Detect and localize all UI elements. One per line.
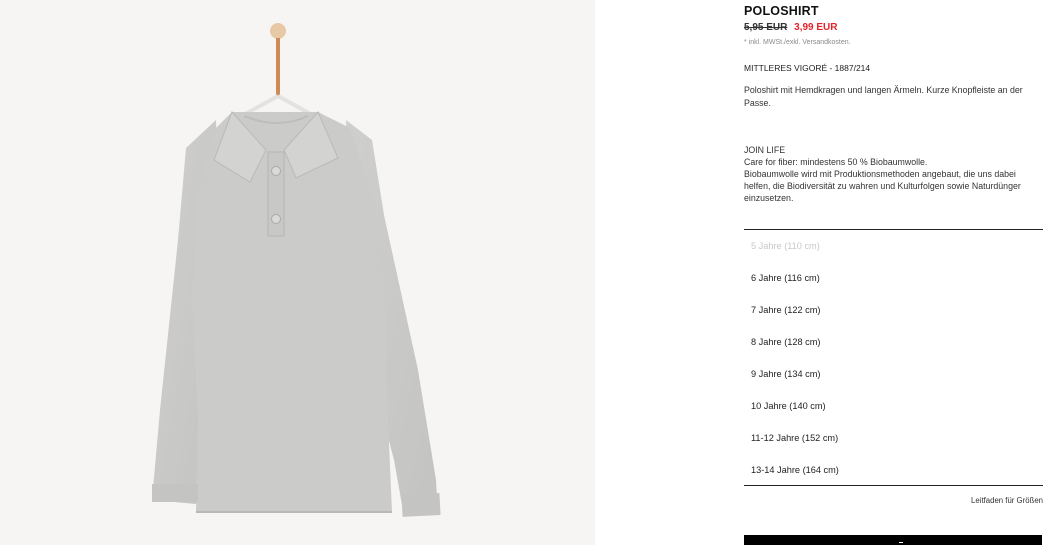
product-reference: MITTLERES VIGORÉ - 1887/214 [744, 63, 871, 73]
join-life-care: Care for fiber: mindestens 50 % Biobaumw… [744, 157, 928, 167]
size-list: 5 Jahre (110 cm) 6 Jahre (116 cm) 7 Jahr… [744, 229, 1043, 486]
product-info-panel: POLOSHIRT 5,95 EUR 3,99 EUR * inkl. MWSt… [744, 0, 1044, 545]
add-to-cart-button[interactable] [744, 535, 1042, 545]
price-row: 5,95 EUR 3,99 EUR [744, 22, 838, 33]
size-option-6[interactable]: 6 Jahre (116 cm) [744, 262, 1043, 294]
join-life-section: JOIN LIFE Care for fiber: mindestens 50 … [744, 144, 1040, 204]
old-price: 5,95 EUR [744, 22, 788, 33]
sale-price: 3,99 EUR [794, 22, 838, 33]
size-option-9[interactable]: 9 Jahre (134 cm) [744, 358, 1043, 390]
product-title: POLOSHIRT [744, 4, 819, 18]
size-list-divider [744, 485, 1043, 486]
button-label-fragment [899, 542, 903, 543]
join-life-heading: JOIN LIFE [744, 145, 786, 155]
size-option-7[interactable]: 7 Jahre (122 cm) [744, 294, 1043, 326]
size-option-10[interactable]: 10 Jahre (140 cm) [744, 390, 1043, 422]
polo-shirt-illustration [152, 23, 441, 517]
size-option-13-14[interactable]: 13-14 Jahre (164 cm) [744, 454, 1043, 486]
size-guide-link[interactable]: Leitfaden für Größen [971, 496, 1043, 505]
tax-note: * inkl. MWSt./exkl. Versandkosten. [744, 39, 851, 46]
size-option-8[interactable]: 8 Jahre (128 cm) [744, 326, 1043, 358]
hanger-icon [237, 23, 319, 120]
product-description: Poloshirt mit Hemdkragen und langen Ärme… [744, 85, 1023, 108]
size-option-11-12[interactable]: 11-12 Jahre (152 cm) [744, 422, 1043, 454]
join-life-text: Biobaumwolle wird mit Produktionsmethode… [744, 169, 1021, 203]
product-image[interactable] [0, 0, 595, 545]
size-option-5[interactable]: 5 Jahre (110 cm) [744, 230, 1043, 262]
